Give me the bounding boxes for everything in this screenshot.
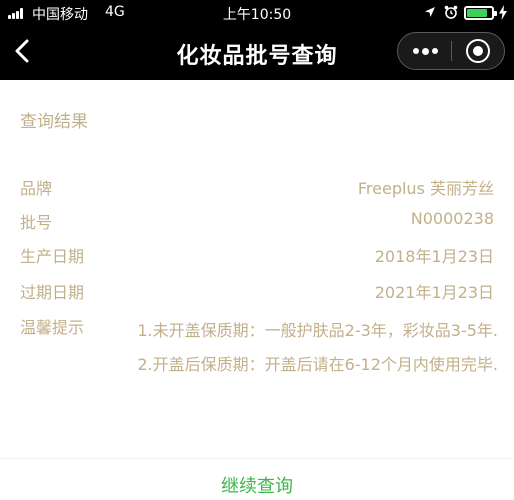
expiry-date-label: 过期日期 <box>20 283 85 302</box>
production-date-value: 2018年1月23日 <box>374 247 494 266</box>
divider <box>0 458 514 459</box>
more-icon[interactable] <box>398 33 451 69</box>
continue-query-button[interactable]: 继续查询 <box>0 472 514 498</box>
brand-value: Freeplus 芙丽芳丝 <box>357 179 494 198</box>
tips-label: 温馨提示 <box>20 318 85 337</box>
production-date-label: 生产日期 <box>20 247 85 266</box>
batch-value: N0000238 <box>410 209 494 228</box>
alarm-icon <box>444 5 458 19</box>
location-icon <box>425 7 435 17</box>
top-bar: 中国移动 4G 上午10:50 化妆品批号查询 <box>0 0 514 80</box>
status-time: 上午10:50 <box>222 7 292 23</box>
batch-label: 批号 <box>20 213 53 232</box>
tip-opened: 2.开盖后保质期：开盖后请在6-12个月内使用完毕. <box>137 355 498 374</box>
mini-program-capsule <box>397 32 505 70</box>
section-title: 查询结果 <box>20 112 88 132</box>
navigation-bar: 化妆品批号查询 <box>0 26 514 80</box>
result-content: 查询结果 品牌 Freeplus 芙丽芳丝 批号 N0000238 生产日期 2… <box>0 80 514 500</box>
battery-icon <box>464 6 497 20</box>
brand-label: 品牌 <box>20 179 53 198</box>
expiry-date-value: 2021年1月23日 <box>374 283 494 302</box>
status-bar: 中国移动 4G 上午10:50 <box>0 0 514 26</box>
tips-text: 1.未开盖保质期：一般护肤品2-3年，彩妆品3-5年. 2.开盖后保质期：开盖后… <box>108 314 498 382</box>
tip-unopened: 1.未开盖保质期：一般护肤品2-3年，彩妆品3-5年. <box>137 321 498 340</box>
charging-icon <box>499 5 507 20</box>
close-circle-icon[interactable] <box>452 33 505 69</box>
